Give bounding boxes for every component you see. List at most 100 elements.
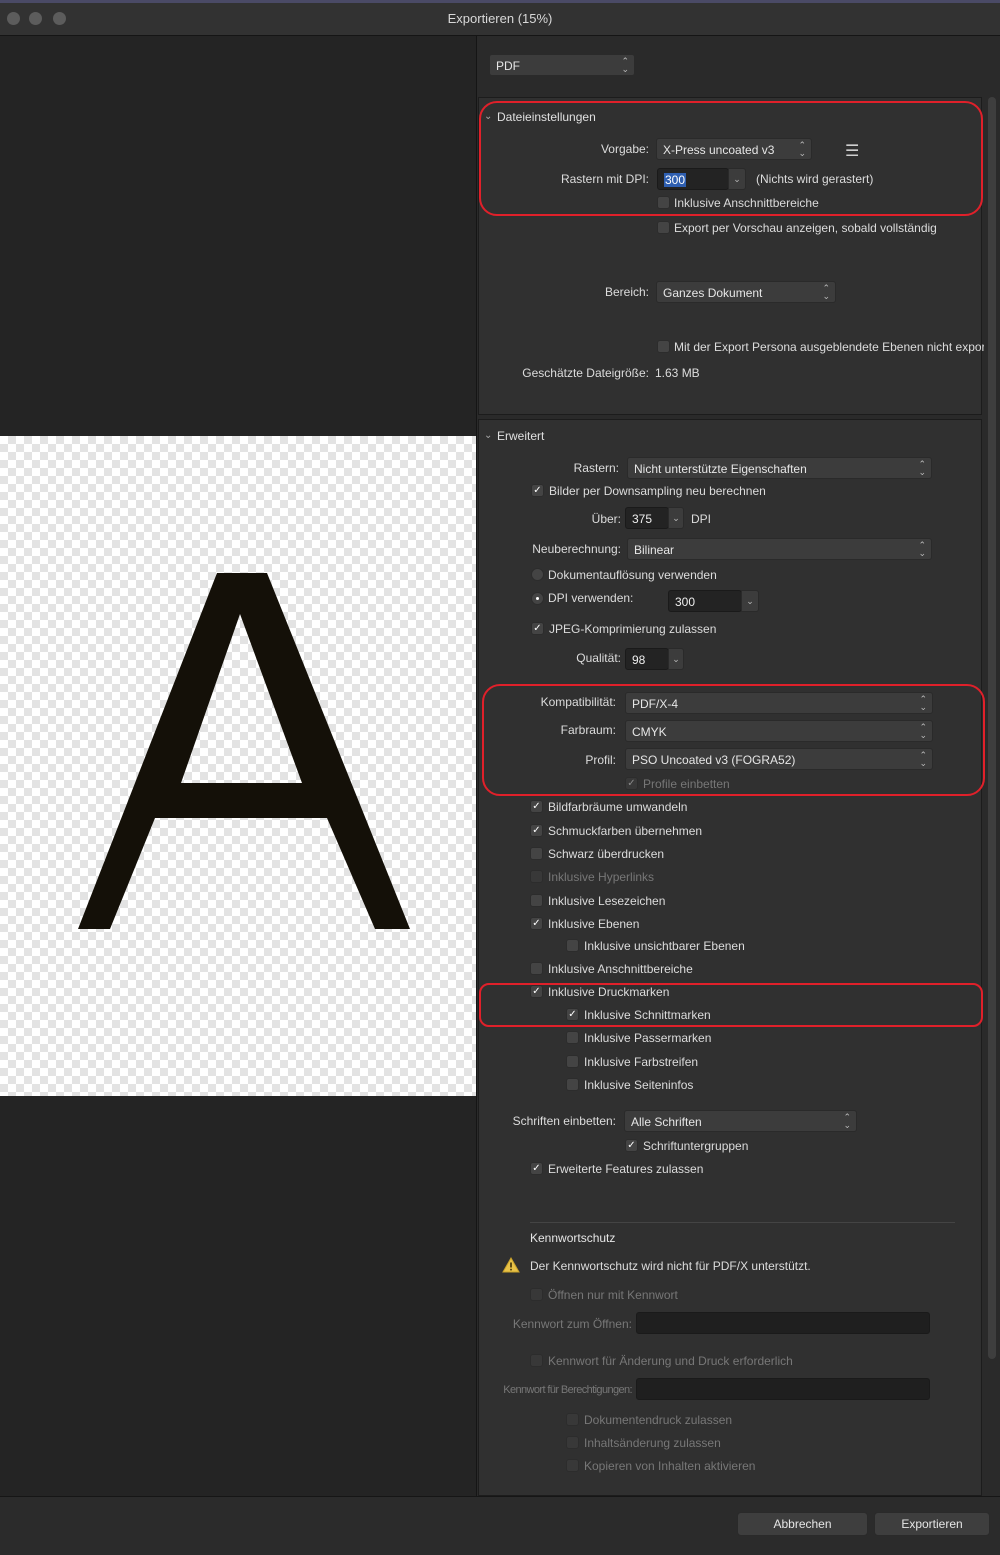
include-bleed-checkbox[interactable] [657, 196, 670, 209]
title-bar-accent [0, 0, 1000, 3]
permissions-password-field[interactable] [636, 1378, 930, 1400]
hidden-layers-include-checkbox[interactable] [566, 939, 579, 952]
include-bleed-label: Inklusive Anschnittbereiche [674, 196, 819, 210]
export-button[interactable]: Exportieren [874, 1512, 990, 1536]
color-bars-checkbox[interactable] [566, 1055, 579, 1068]
open-with-password-label: Öffnen nur mit Kennwort [548, 1288, 678, 1302]
convert-image-spaces-checkbox[interactable]: ✓ [530, 800, 543, 813]
preset-value: X-Press uncoated v3 [663, 143, 775, 157]
allow-print-label: Dokumentendruck zulassen [584, 1413, 733, 1427]
above-value: 375 [632, 512, 653, 526]
panel-scrollbar[interactable] [988, 97, 996, 1359]
use-dpi-field[interactable]: 300 [668, 590, 742, 612]
profile-select[interactable]: PSO Uncoated v3 (FOGRA52) ⌃ ⌄ [625, 748, 933, 770]
allow-copy-label: Kopieren von Inhalten aktivieren [584, 1459, 756, 1473]
preview-export-checkbox[interactable] [657, 221, 670, 234]
use-dpi-value: 300 [675, 595, 696, 609]
open-with-password-checkbox[interactable] [530, 1288, 543, 1301]
advanced-title[interactable]: Erweitert [497, 429, 544, 443]
chevron-down-icon[interactable]: ⌄ [484, 111, 492, 122]
quality-label: Qualität: [576, 651, 621, 665]
quality-value: 98 [632, 653, 646, 667]
hyperlinks-checkbox[interactable] [530, 870, 543, 883]
cancel-button[interactable]: Abbrechen [737, 1512, 868, 1536]
use-dpi-label: DPI verwenden: [548, 591, 634, 605]
raster-dpi-field[interactable]: 300 [657, 168, 729, 190]
overprint-black-label: Schwarz überdrucken [548, 847, 665, 861]
raster-dpi-dropdown-icon[interactable]: ⌄ [728, 168, 746, 190]
color-bars-label: Inklusive Farbstreifen [584, 1055, 699, 1069]
resample-label: Neuberechnung: [532, 542, 621, 556]
above-dpi-dropdown-icon[interactable]: ⌄ [668, 507, 684, 529]
bleed-label: Inklusive Anschnittbereiche [548, 962, 693, 976]
embed-profile-label: Profile einbetten [643, 777, 730, 791]
embed-profile-checkbox[interactable]: ✓ [625, 777, 638, 790]
colorspace-value: CMYK [632, 725, 667, 739]
font-subsets-checkbox[interactable]: ✓ [625, 1139, 638, 1152]
allow-copy-checkbox[interactable] [566, 1459, 579, 1472]
crop-marks-checkbox[interactable]: ✓ [566, 1008, 579, 1021]
profile-value: PSO Uncoated v3 (FOGRA52) [632, 753, 796, 767]
preset-label: Vorgabe: [600, 142, 649, 156]
embed-fonts-select[interactable]: Alle Schriften ⌃ ⌄ [624, 1110, 857, 1132]
open-password-field[interactable] [636, 1312, 930, 1334]
use-dpi-dropdown-icon[interactable]: ⌄ [741, 590, 759, 612]
preview-letter-graphic [78, 573, 410, 929]
hidden-layers-label: Mit der Export Persona ausgeblendete Ebe… [674, 340, 984, 354]
export-preview: A [0, 36, 476, 1496]
layers-label: Inklusive Ebenen [548, 917, 640, 931]
permissions-password-label: Kennwort für Berechtigungen: [503, 1384, 632, 1396]
quality-field[interactable]: 98 [625, 648, 669, 670]
spot-colors-label: Schmuckfarben übernehmen [548, 824, 703, 838]
spot-colors-checkbox[interactable]: ✓ [530, 824, 543, 837]
advanced-features-label: Erweiterte Features zulassen [548, 1162, 704, 1176]
preset-select[interactable]: X-Press uncoated v3 ⌃ ⌄ [656, 138, 812, 160]
advanced-features-checkbox[interactable]: ✓ [530, 1162, 543, 1175]
file-settings-title[interactable]: Dateieinstellungen [497, 110, 596, 124]
jpeg-checkbox[interactable]: ✓ [531, 622, 544, 635]
dialog-footer: Abbrechen Exportieren [0, 1496, 1000, 1555]
printer-marks-checkbox[interactable]: ✓ [530, 985, 543, 998]
layers-checkbox[interactable]: ✓ [530, 917, 543, 930]
colorspace-select[interactable]: CMYK ⌃ ⌄ [625, 720, 933, 742]
above-dpi-field[interactable]: 375 [625, 507, 669, 529]
font-subsets-label: Schriftuntergruppen [643, 1139, 749, 1153]
downsample-checkbox[interactable]: ✓ [531, 484, 544, 497]
raster-value: Nicht unterstützte Eigenschaften [634, 462, 807, 476]
downsample-label: Bilder per Downsampling neu berechnen [549, 484, 766, 498]
doc-resolution-radio[interactable] [531, 568, 544, 581]
format-select[interactable]: PDF ⌃ ⌄ [489, 54, 635, 76]
area-label: Bereich: [604, 285, 649, 299]
allow-changes-checkbox[interactable] [566, 1436, 579, 1449]
profile-label: Profil: [585, 753, 616, 767]
raster-label: Rastern: [573, 461, 619, 475]
updown-arrows-icon: ⌃ ⌄ [919, 694, 927, 712]
menu-icon[interactable]: ☰ [845, 141, 859, 161]
page-info-label: Inklusive Seiteninfos [584, 1078, 694, 1092]
use-dpi-radio[interactable] [531, 592, 544, 605]
area-select[interactable]: Ganzes Dokument ⌃ ⌄ [656, 281, 836, 303]
resample-select[interactable]: Bilinear ⌃ ⌄ [627, 538, 932, 560]
preview-export-label: Export per Vorschau anzeigen, sobald vol… [674, 221, 937, 235]
allow-print-checkbox[interactable] [566, 1413, 579, 1426]
bookmarks-checkbox[interactable] [530, 894, 543, 907]
above-label: Über: [591, 512, 621, 526]
password-divider [530, 1222, 955, 1223]
updown-arrows-icon: ⌃ ⌄ [919, 722, 927, 740]
area-value: Ganzes Dokument [663, 286, 763, 300]
hidden-layers-checkbox[interactable] [657, 340, 670, 353]
raster-select[interactable]: Nicht unterstützte Eigenschaften ⌃ ⌄ [627, 457, 932, 479]
printer-marks-label: Inklusive Druckmarken [548, 985, 670, 999]
quality-dropdown-icon[interactable]: ⌄ [668, 648, 684, 670]
above-unit: DPI [691, 512, 712, 526]
chevron-down-icon[interactable]: ⌄ [484, 430, 492, 441]
compatibility-select[interactable]: PDF/X-4 ⌃ ⌄ [625, 692, 933, 714]
bleed-checkbox[interactable] [530, 962, 543, 975]
open-password-label: Kennwort zum Öffnen: [512, 1317, 632, 1331]
overprint-black-checkbox[interactable] [530, 847, 543, 860]
page-info-checkbox[interactable] [566, 1078, 579, 1091]
password-warning: Der Kennwortschutz wird nicht für PDF/X … [530, 1259, 811, 1273]
registration-marks-checkbox[interactable] [566, 1031, 579, 1044]
change-print-password-checkbox[interactable] [530, 1354, 543, 1367]
raster-dpi-value: 300 [664, 173, 687, 187]
